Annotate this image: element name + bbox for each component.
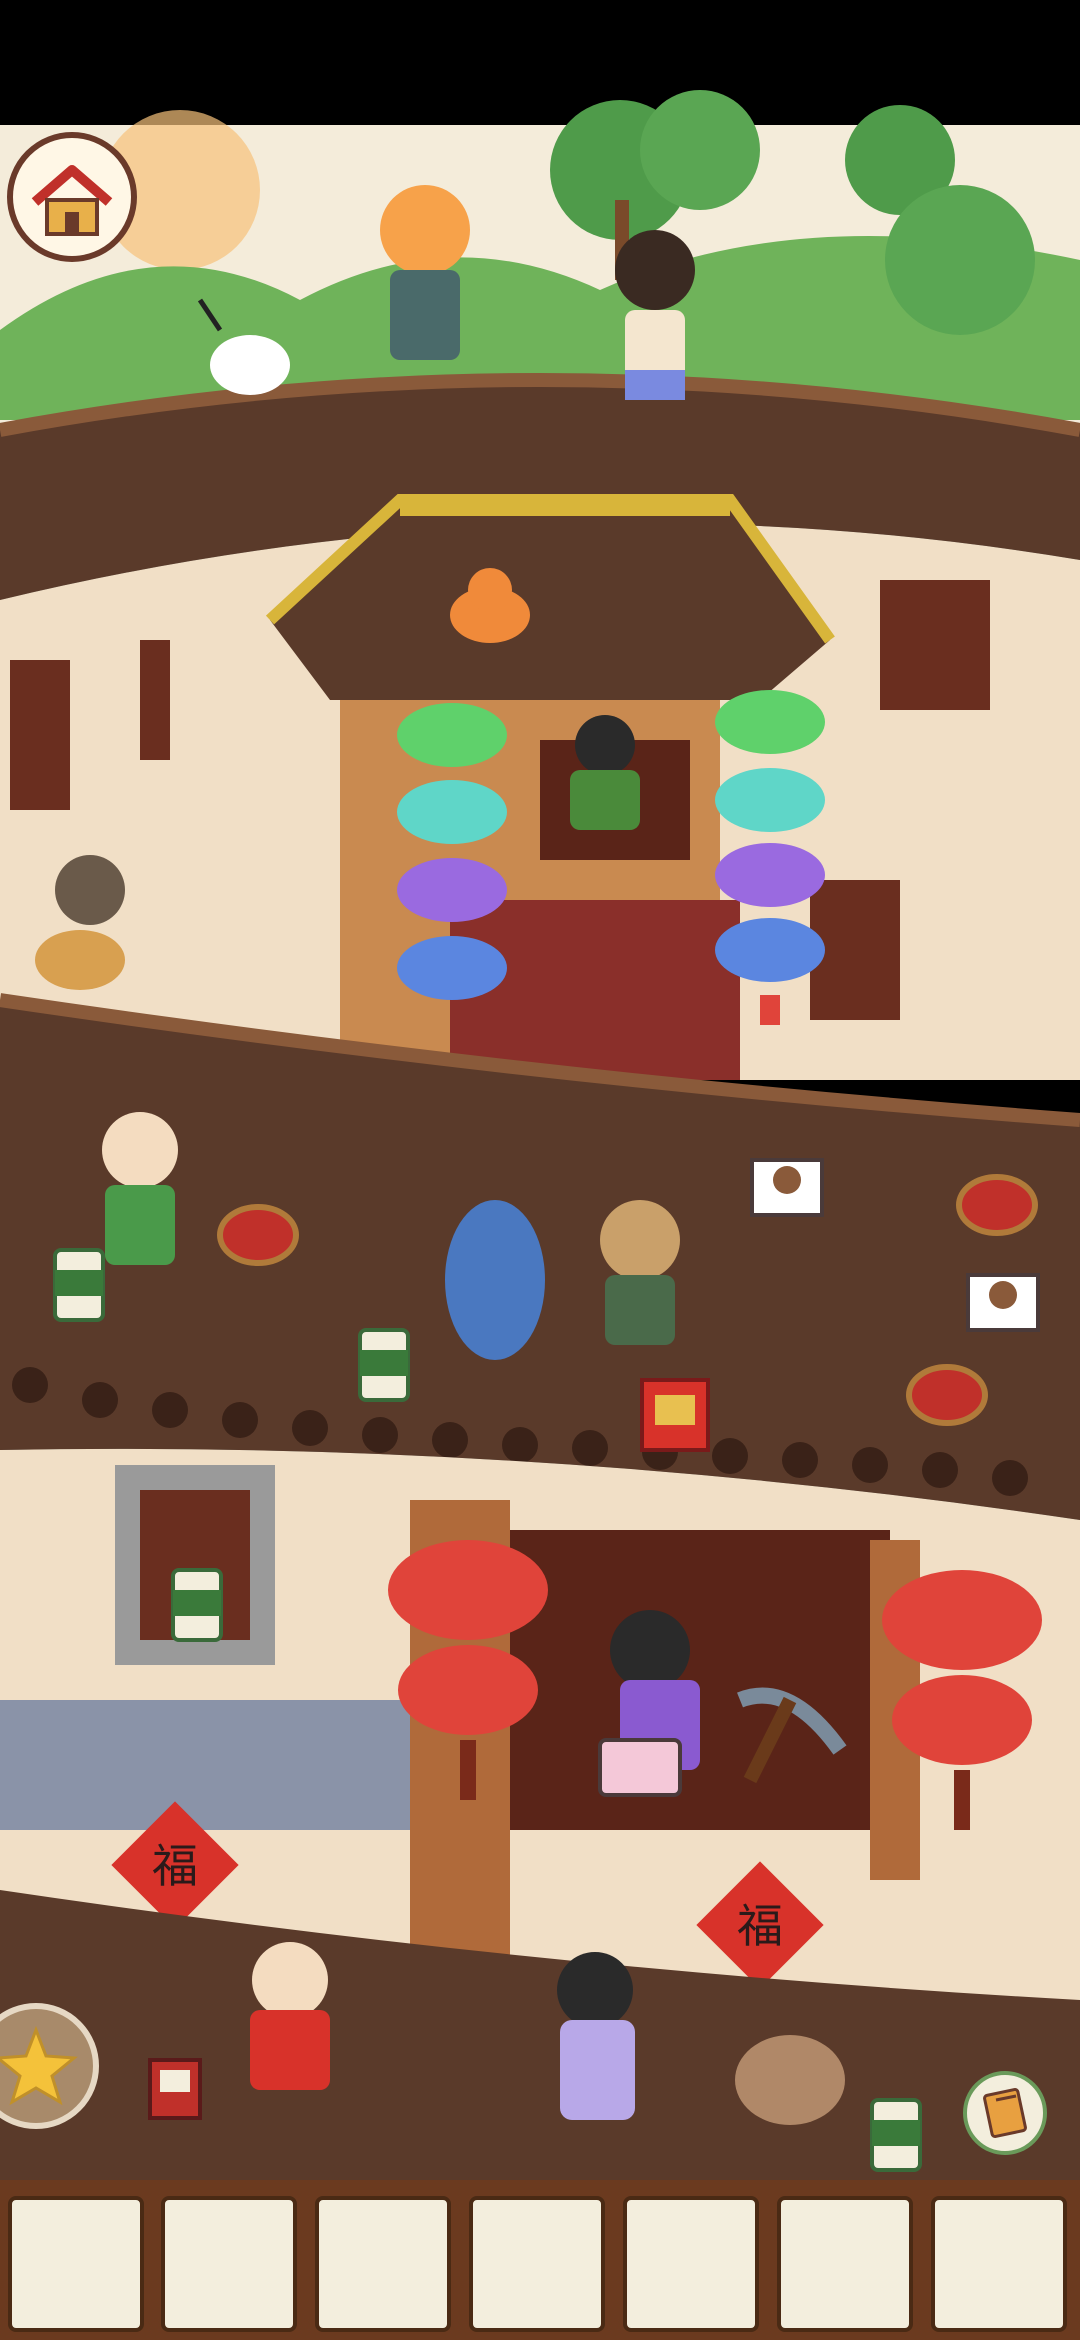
fruit-basket[interactable] <box>217 1204 299 1266</box>
gift-bag[interactable] <box>640 1378 710 1452</box>
book-button[interactable] <box>962 2070 1048 2156</box>
snack-box[interactable] <box>966 1273 1040 1332</box>
house-icon <box>7 132 137 262</box>
otter <box>735 2035 845 2125</box>
inventory-slot[interactable] <box>469 2196 605 2332</box>
hint-button[interactable] <box>0 2000 102 2132</box>
tea-tin[interactable] <box>53 1248 105 1322</box>
fruit-basket[interactable] <box>906 1364 988 1426</box>
small-gift-box[interactable] <box>148 2058 202 2120</box>
book-icon <box>963 2071 1047 2155</box>
character-sunglasses <box>102 1112 178 1265</box>
tea-tin[interactable] <box>358 1328 410 1402</box>
tea-tin[interactable] <box>171 1568 223 1642</box>
fruit-basket[interactable] <box>956 1174 1038 1236</box>
inventory-slot[interactable] <box>161 2196 297 2332</box>
pink-box[interactable] <box>598 1738 682 1797</box>
character-hanfu-girl <box>557 1952 635 2120</box>
tea-tin[interactable] <box>870 2098 922 2172</box>
game-scene: 福 福 <box>0 0 1080 2180</box>
fu-sign-right-text: 福 <box>737 1899 783 1953</box>
inventory-slot[interactable] <box>8 2196 144 2332</box>
character-net-boy <box>615 230 695 400</box>
character-orange-hat <box>380 185 470 360</box>
snack-box[interactable] <box>750 1158 824 1217</box>
home-button[interactable] <box>5 130 140 265</box>
inventory-slot[interactable] <box>623 2196 759 2332</box>
fu-sign-left-text: 福 <box>152 1839 198 1893</box>
character-red-packet <box>570 715 640 830</box>
inventory-slot[interactable] <box>931 2196 1067 2332</box>
inventory-slot[interactable] <box>777 2196 913 2332</box>
star-icon <box>0 2003 99 2129</box>
character-blue-hood <box>445 1200 545 1360</box>
character-god-of-wealth <box>250 1942 330 2090</box>
inventory-slot[interactable] <box>315 2196 451 2332</box>
